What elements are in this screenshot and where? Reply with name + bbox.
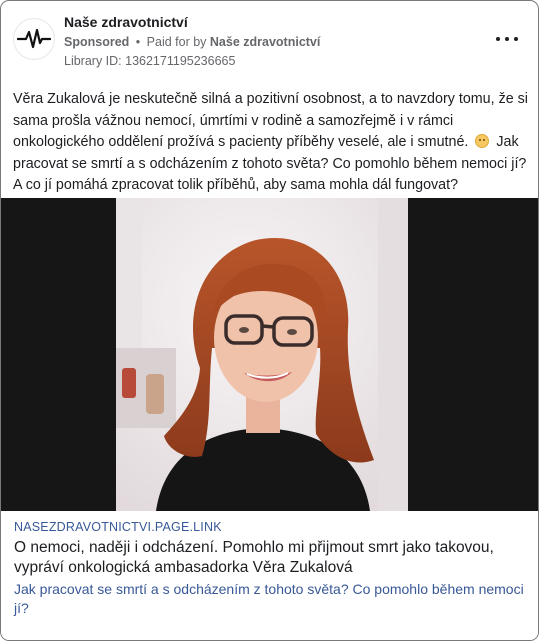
post-text-part-1: Věra Zukalová je neskutečně silná a pozi…	[13, 91, 528, 150]
separator-dot: •	[135, 35, 141, 49]
library-id: Library ID: 1362171195236665	[64, 54, 236, 68]
flushed-face-emoji-icon	[475, 134, 490, 148]
link-preview[interactable]: NASEZDRAVOTNICTVI.PAGE.LINK O nemoci, na…	[1, 511, 538, 640]
sponsored-label: Sponsored	[64, 35, 130, 49]
post-image[interactable]	[1, 198, 538, 511]
more-options-icon[interactable]	[496, 31, 518, 47]
ad-card: Naše zdravotnictví Sponsored • Paid for …	[0, 0, 539, 641]
link-title[interactable]: O nemoci, naději i odcházení. Pomohlo mi…	[14, 538, 526, 578]
link-description[interactable]: Jak pracovat se smrtí a s odcházením z t…	[14, 580, 526, 618]
portrait-photo	[116, 198, 408, 511]
page-name[interactable]: Naše zdravotnictví	[64, 14, 188, 30]
post-text: Věra Zukalová je neskutečně silná a pozi…	[13, 89, 529, 197]
portrait-illustration	[116, 198, 408, 511]
heartbeat-icon	[17, 28, 51, 49]
paid-for-label: Paid for by	[146, 35, 207, 49]
sponsored-line: Sponsored • Paid for by Naše zdravotnict…	[64, 35, 320, 49]
post-header: Naše zdravotnictví Sponsored • Paid for …	[1, 1, 538, 79]
link-domain[interactable]: NASEZDRAVOTNICTVI.PAGE.LINK	[14, 520, 222, 534]
paid-for-name[interactable]: Naše zdravotnictví	[210, 35, 320, 49]
page-avatar[interactable]	[13, 18, 55, 60]
